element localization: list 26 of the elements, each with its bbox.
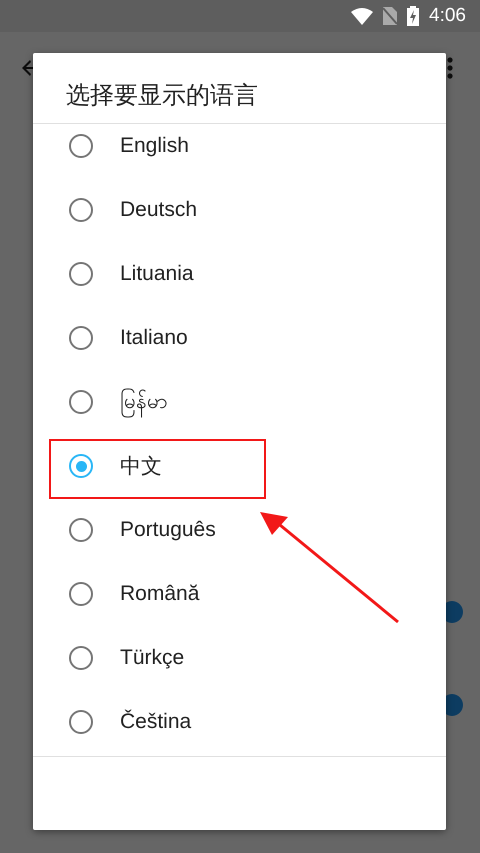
language-option[interactable]: Italiano (120, 326, 188, 350)
language-option[interactable]: English (120, 134, 189, 158)
wifi-icon (351, 8, 374, 24)
no-sim-icon (383, 7, 398, 25)
language-option[interactable]: မြန်မာ (120, 386, 168, 418)
language-option[interactable]: Lituania (120, 262, 194, 286)
radio-button[interactable] (69, 582, 93, 606)
dialog-title: 选择要显示的语言 (33, 53, 446, 124)
language-option[interactable]: Čeština (120, 710, 192, 734)
battery-charging-icon (407, 6, 420, 26)
radio-button[interactable] (69, 198, 93, 222)
language-option[interactable]: 中文 (120, 452, 162, 480)
language-option[interactable]: Português (120, 518, 216, 542)
radio-button[interactable] (69, 518, 93, 542)
radio-button[interactable] (69, 326, 93, 350)
language-option[interactable]: Türkçe (120, 646, 184, 670)
language-option[interactable]: Română (120, 582, 200, 606)
radio-button[interactable] (69, 710, 93, 734)
radio-button[interactable] (69, 262, 93, 286)
radio-button[interactable] (69, 134, 93, 158)
radio-button[interactable] (69, 390, 93, 414)
radio-button[interactable] (69, 646, 93, 670)
radio-button[interactable] (69, 454, 93, 478)
clock-time: 4:06 (429, 5, 466, 27)
more-options-icon[interactable] (447, 57, 453, 79)
language-option[interactable]: Deutsch (120, 198, 198, 222)
